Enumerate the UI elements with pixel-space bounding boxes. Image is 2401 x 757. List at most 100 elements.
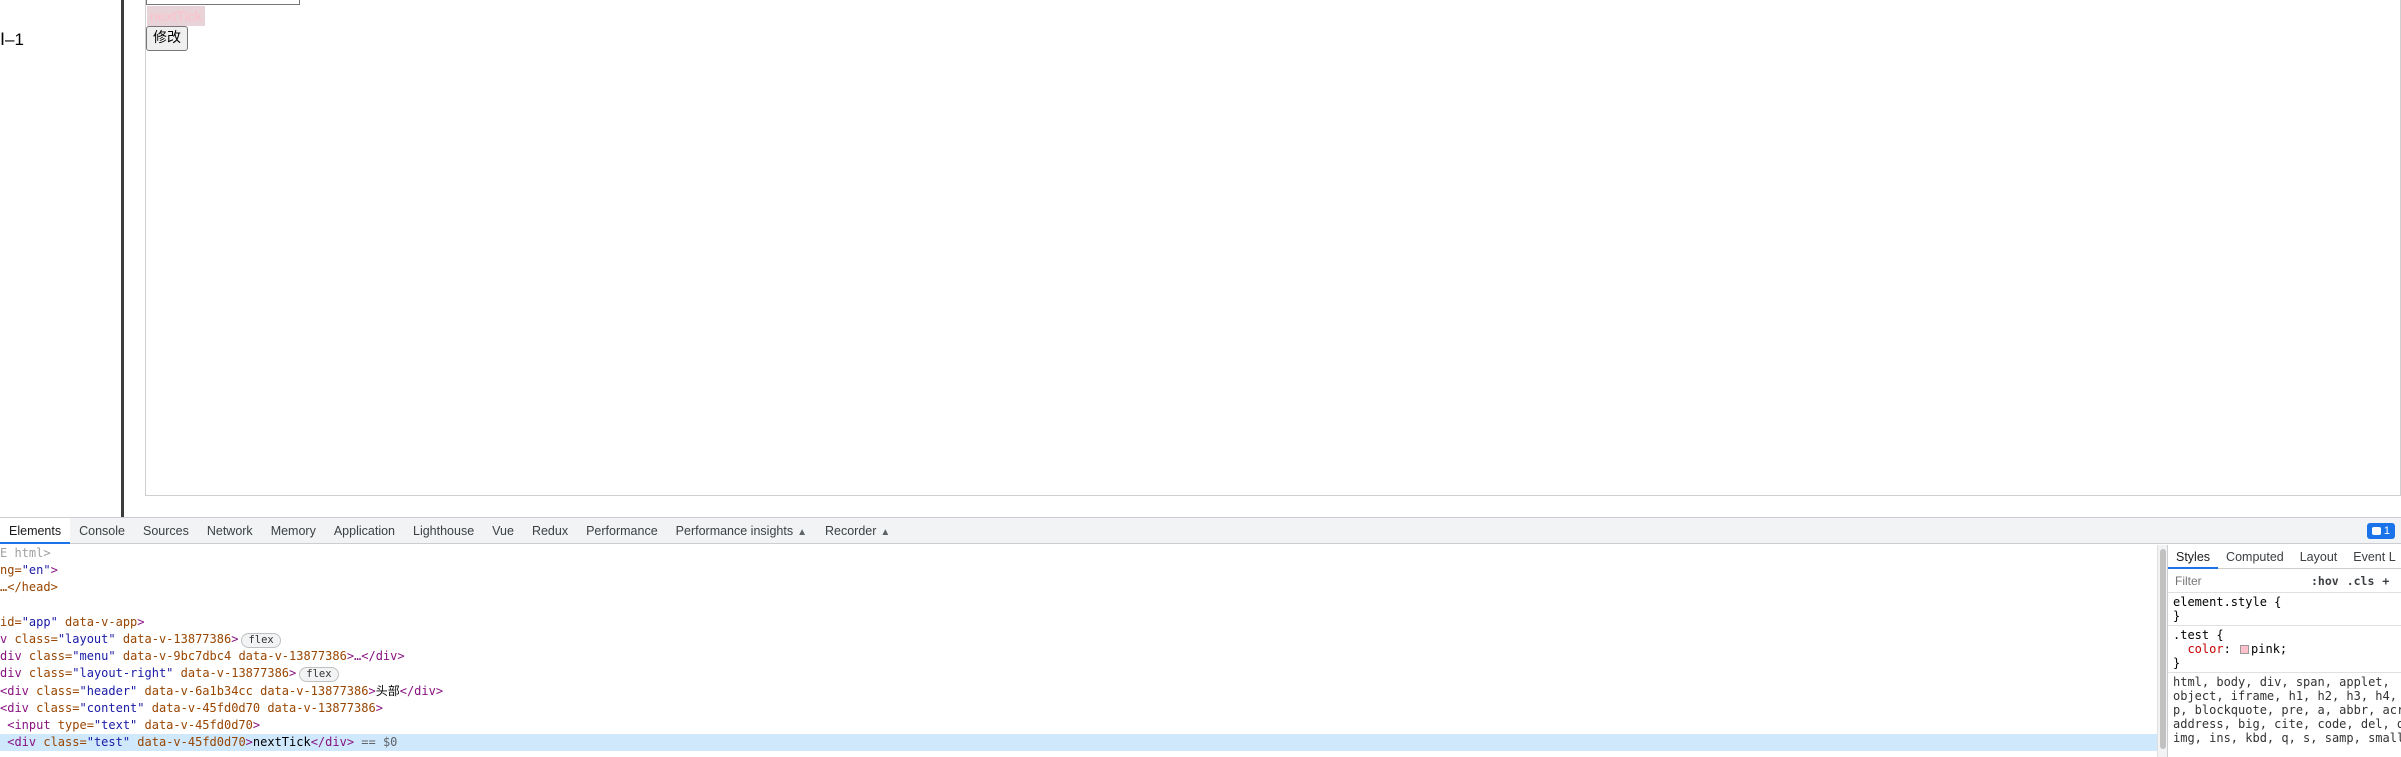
test-text: nextTick — [147, 6, 205, 26]
tab-label: Memory — [270, 523, 316, 538]
attr-name: data-v-6a1b34cc data-v-13877386 — [137, 683, 369, 698]
devtools-tab-console[interactable]: Console — [70, 518, 134, 544]
tab-label: Performance insights — [675, 523, 794, 538]
text-node: nextTick — [252, 735, 311, 750]
devtools-tab-network[interactable]: Network — [198, 518, 262, 544]
dom-node-row[interactable]: <div class="content" data-v-45fd0d70 dat… — [0, 700, 2157, 717]
selected-marker: == $0 — [354, 735, 398, 750]
dom-node-row[interactable]: v class="layout" data-v-13877386> flex — [0, 631, 2157, 648]
doctype: E html> — [0, 546, 51, 560]
styles-tab-computed[interactable]: Computed — [2218, 545, 2292, 569]
tag-name: <div — [0, 700, 37, 715]
end-tag: </div> — [399, 683, 444, 698]
property-name[interactable]: color — [2187, 642, 2223, 656]
dom-node-row[interactable]: <div class="header" data-v-6a1b34cc data… — [0, 683, 2157, 700]
property-value[interactable]: pink; — [2251, 642, 2287, 656]
dom-node-row[interactable]: <input type="text" data-v-45fd0d70> — [0, 717, 2157, 734]
styles-tabbar: Styles Computed Layout Event L — [2168, 545, 2401, 569]
devtools-tab-vue[interactable]: Vue — [483, 518, 523, 544]
attr-name: data-v-app — [57, 614, 138, 629]
devtools-tab-recorder[interactable]: Recorder ▲ — [816, 518, 899, 544]
dom-node-row[interactable]: ng="en"> — [0, 562, 2157, 579]
devtools-tabbar: Elements Console Sources Network Memory Appli… — [0, 517, 2401, 544]
styles-tab-event-l[interactable]: Event L — [2345, 545, 2401, 569]
elements-scrollbar[interactable] — [2157, 545, 2167, 757]
element-style-rule: element.style { } — [2168, 593, 2401, 626]
attr-name: data-v-9bc7dbc4 data-v-13877386 — [115, 649, 347, 664]
tab-label: Elements — [9, 523, 62, 538]
tag-name: v — [0, 631, 15, 646]
dom-node-row[interactable]: E html> — [0, 545, 2157, 562]
devtools-tab-sources[interactable]: Sources — [134, 518, 198, 544]
tab-label: Recorder — [824, 523, 877, 538]
attr-value: "app" — [21, 614, 58, 629]
dom-node-row[interactable]: div class="layout-right" data-v-13877386… — [0, 665, 2157, 683]
hov-toggle[interactable]: :hov — [2311, 574, 2339, 588]
menu-column: Ⅰ–1 — [0, 0, 124, 517]
styles-tab-styles[interactable]: Styles — [2168, 545, 2219, 569]
tab-label: Console — [79, 523, 125, 538]
tag-close: > — [375, 700, 383, 715]
styles-filter-input[interactable] — [2173, 571, 2303, 590]
edit-button[interactable]: 修改 — [146, 26, 188, 51]
experimental-flask-icon: ▲ — [797, 526, 807, 538]
element-style-selector[interactable]: element.style { — [2173, 595, 2396, 609]
attr-name: class= — [14, 631, 58, 646]
dom-node-row[interactable]: …</head> — [0, 579, 2157, 596]
attr-value: "en" — [21, 563, 51, 578]
devtools-tab-application[interactable]: Application — [325, 518, 404, 544]
text-input[interactable] — [146, 0, 300, 5]
test-declaration[interactable]: color: pink; — [2173, 642, 2396, 656]
tag-name: <div — [0, 683, 37, 698]
attr-fragment: id= — [0, 614, 22, 629]
attr-value: "header" — [79, 683, 138, 698]
attr-name: type= — [57, 717, 94, 732]
devtools-tab-elements[interactable]: Elements — [0, 517, 71, 544]
devtools-tab-lighthouse[interactable]: Lighthouse — [404, 518, 483, 544]
tag-close: > — [289, 666, 297, 681]
attr-value: "text" — [93, 717, 138, 732]
tab-label: Redux — [531, 523, 569, 538]
tab-label: Sources — [142, 523, 189, 538]
devtools-tab-performance-insights[interactable]: Performance insights ▲ — [667, 518, 816, 544]
user-agent-rule: html, body, div, span, applet, object, i… — [2173, 675, 2401, 745]
dom-node-row[interactable]: id="app" data-v-app> — [0, 614, 2157, 631]
flex-badge[interactable]: flex — [299, 667, 339, 683]
test-rule: .test { color: pink; } — [2168, 626, 2401, 673]
dom-node-row[interactable]: div class="menu" data-v-9bc7dbc4 data-v-… — [0, 648, 2157, 665]
tag-close: > — [137, 614, 145, 629]
text-node: 头部 — [375, 683, 400, 698]
devtools-tab-performance[interactable]: Performance — [577, 518, 667, 544]
test-selector[interactable]: .test { — [2173, 628, 2396, 642]
menu-text: Ⅰ–1 — [0, 30, 24, 49]
attr-value: "content" — [79, 700, 145, 715]
tag-close: > — [245, 735, 253, 750]
attr-fragment: …</head> — [0, 580, 58, 595]
devtools-tab-memory[interactable]: Memory — [262, 518, 325, 544]
devtools-tab-redux[interactable]: Redux — [523, 518, 577, 544]
new-rule-button[interactable]: + — [2382, 574, 2389, 588]
attr-name: data-v-13877386 — [173, 666, 290, 681]
experimental-flask-icon: ▲ — [880, 526, 891, 538]
end-tag: </div> — [310, 735, 355, 750]
tag-close: > — [368, 683, 376, 698]
tab-label: Vue — [492, 523, 514, 538]
attr-value: "layout-right" — [72, 666, 174, 681]
dom-node-row[interactable] — [0, 597, 2157, 614]
attr-name: data-v-13877386 — [115, 631, 232, 646]
tag-name: <input — [0, 717, 58, 732]
color-swatch-icon[interactable] — [2240, 645, 2250, 654]
devtools-panel: Elements Console Sources Network Memory Appli… — [0, 517, 2401, 757]
dom-node-row[interactable]: <div class="test" data-v-45fd0d70>nextTi… — [0, 734, 2157, 752]
styles-tab-layout[interactable]: Layout — [2292, 545, 2346, 569]
tab-label: Lighthouse — [413, 523, 475, 538]
tag-close: > — [252, 717, 261, 732]
scrollbar-thumb[interactable] — [2160, 549, 2166, 749]
flex-badge[interactable]: flex — [241, 632, 281, 648]
tag-close: >…</div> — [346, 649, 405, 664]
attr-name: data-v-45fd0d70 — [137, 717, 253, 732]
tag-name: div — [0, 666, 29, 681]
attr-value: "test" — [86, 735, 131, 750]
cls-toggle[interactable]: .cls — [2347, 574, 2375, 588]
issues-badge[interactable]: 1 — [2366, 523, 2395, 539]
